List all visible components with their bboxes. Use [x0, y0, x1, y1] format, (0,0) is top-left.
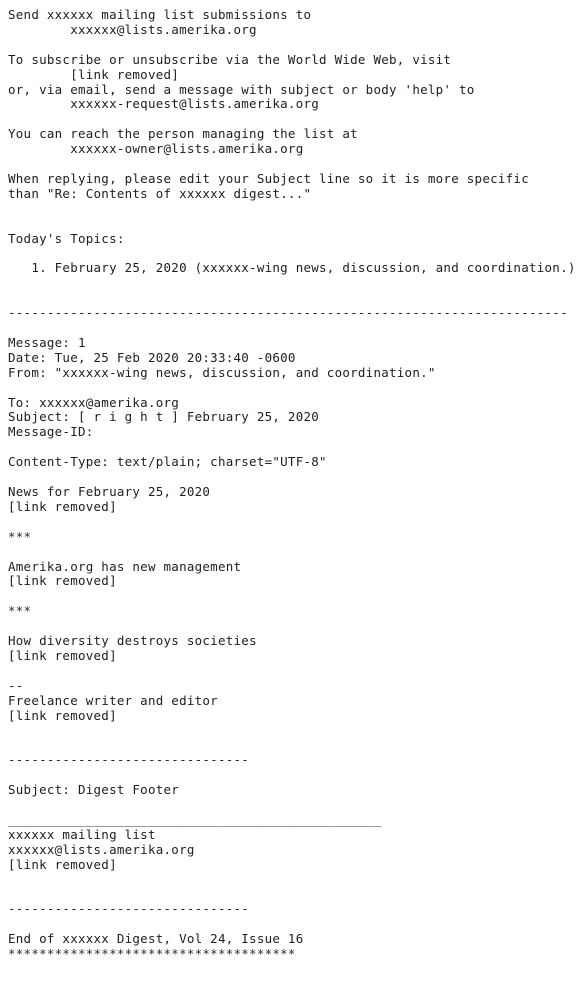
text-line: Send xxxxxx mailing list submissions to [8, 7, 312, 22]
text-line: News for February 25, 2020 [8, 484, 211, 499]
text-line: Freelance writer and editor [8, 692, 218, 708]
text-line: When replying, please edit your Subject … [8, 170, 529, 186]
text-line: From: "xxxxxx-wing news, discussion, and… [8, 364, 436, 380]
text-line: Content-Type: text/plain; charset="UTF-8… [8, 454, 327, 470]
text-line: xxxxxx-request@lists.amerika.org [8, 96, 320, 112]
text-line: [link removed] [8, 573, 117, 589]
separator-asterisks: *** [8, 603, 32, 619]
separator-underscores: ________________________________________… [8, 811, 382, 827]
text-line: [link removed] [8, 707, 117, 723]
text-line: Subject: [ r i g h t ] February 25, 2020 [8, 409, 320, 425]
separator-dashes: -- [8, 677, 24, 693]
text-line: To subscribe or unsubscribe via the Worl… [8, 51, 452, 67]
text-line: [link removed] [8, 498, 117, 514]
digest-document: Send xxxxxx mailing list submissions to … [0, 0, 578, 962]
text-line: xxxxxx@lists.amerika.org [8, 21, 257, 37]
text-line: You can reach the person managing the li… [8, 126, 358, 142]
text-line: Message: 1 [8, 334, 86, 350]
text-line: [link removed] [8, 66, 180, 82]
separator-asterisks: *** [8, 528, 32, 544]
separator-asterisks: ************************************* [8, 946, 296, 962]
text-line: Message-ID: [8, 424, 94, 440]
text-line: Subject: Digest Footer [8, 782, 180, 798]
text-line: xxxxxx mailing list [8, 826, 156, 842]
text-line: [link removed] [8, 647, 117, 663]
text-line: End of xxxxxx Digest, Vol 24, Issue 16 [8, 931, 304, 947]
text-line: than "Re: Contents of xxxxxx digest..." [8, 185, 312, 201]
text-line: Date: Tue, 25 Feb 2020 20:33:40 -0600 [8, 349, 296, 365]
text-line: xxxxxx-owner@lists.amerika.org [8, 141, 304, 157]
text-line: How diversity destroys societies [8, 633, 257, 649]
text-line: xxxxxx@lists.amerika.org [8, 841, 195, 857]
text-line: [link removed] [8, 856, 117, 872]
text-line: To: xxxxxx@amerika.org [8, 394, 180, 410]
text-line: or, via email, send a message with subje… [8, 81, 475, 97]
separator-dashes: ----------------------------------------… [8, 305, 568, 321]
text-line: Amerika.org has new management [8, 558, 242, 574]
text-line: Today's Topics: [8, 230, 125, 246]
separator-dashes: ------------------------------- [8, 752, 250, 768]
separator-dashes: ------------------------------- [8, 901, 250, 917]
text-line: 1. February 25, 2020 (xxxxxx-wing news, … [8, 260, 576, 276]
